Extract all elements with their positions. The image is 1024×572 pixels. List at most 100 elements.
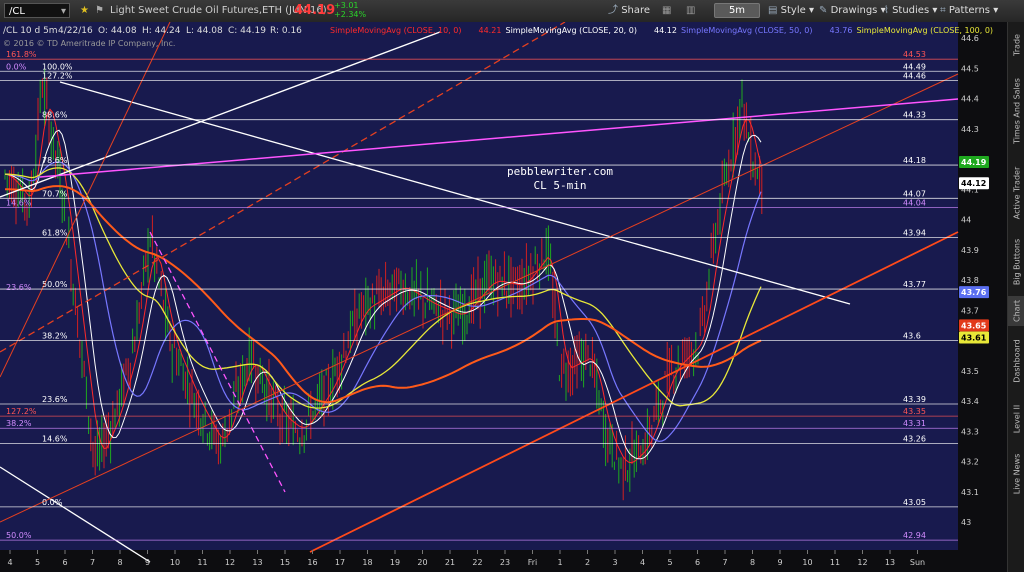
time-tick-label: 11 <box>197 558 207 567</box>
chevron-down-icon: ▾ <box>60 6 66 17</box>
sidebar-tab-big-buttons[interactable]: Big Buttons <box>1008 232 1024 292</box>
study-value: 43.76 <box>830 26 853 35</box>
bar-low: L: 44.08 <box>186 26 223 36</box>
time-tick-label: 10 <box>170 558 180 567</box>
price-tick-label: 44.4 <box>961 95 979 104</box>
sidebar-tab-label: Active Trader <box>1012 166 1021 220</box>
time-tick-label: 21 <box>445 558 455 567</box>
fib-price-label: 43.39 <box>903 395 926 404</box>
last-price: 44.19 <box>294 3 336 18</box>
copyright-notice: © 2016 © TD Ameritrade IP Company, Inc. <box>3 39 175 48</box>
fib-percent-label: 23.6% <box>6 283 32 292</box>
time-tick-label: 3 <box>612 558 617 567</box>
chart-symbol-line: /CL 10 d 5m <box>3 26 58 36</box>
time-tick-label: 22 <box>472 558 482 567</box>
sidebar-tab-chart[interactable]: Chart <box>1008 296 1024 326</box>
layout-icon[interactable]: ▥ <box>686 0 695 22</box>
time-tick-label: 4 <box>640 558 645 567</box>
pencil-icon: ✎ <box>819 5 828 16</box>
time-tick-label: Sun <box>910 558 925 567</box>
flag-icon[interactable]: ⚑ <box>95 0 104 22</box>
price-badge-label: 43.76 <box>961 288 987 297</box>
time-tick-label: 19 <box>390 558 400 567</box>
fib-percent-label: 100.0% <box>42 62 73 71</box>
patterns-icon: ⌗ <box>940 5 946 16</box>
share-button[interactable]: ⤴ Share <box>604 2 654 19</box>
sidebar-tab-label: Dashboard <box>1012 339 1021 383</box>
fib-percent-label: 61.8% <box>42 229 68 238</box>
fib-price-label: 43.6 <box>903 332 921 341</box>
fib-price-label: 42.94 <box>903 531 926 540</box>
bar-range: R: 0.16 <box>270 26 302 36</box>
sidebar-tab-label: Chart <box>1012 300 1021 322</box>
price-tick-label: 44.3 <box>961 125 979 134</box>
time-tick-label: 12 <box>857 558 867 567</box>
time-tick-label: 16 <box>307 558 317 567</box>
fib-price-label: 44.53 <box>903 50 926 59</box>
fib-percent-label: 23.6% <box>42 395 68 404</box>
drawings-button[interactable]: ✎ Drawings ▾ <box>815 2 890 19</box>
fib-price-label: 43.77 <box>903 280 926 289</box>
share-icon: ⤴ <box>608 5 618 16</box>
time-tick-label: 18 <box>362 558 372 567</box>
time-tick-label: 5 <box>35 558 40 567</box>
time-tick-label: 7 <box>722 558 727 567</box>
time-tick-label: 12 <box>225 558 235 567</box>
fib-price-label: 44.04 <box>903 198 926 207</box>
fib-percent-label: 38.2% <box>42 332 68 341</box>
time-tick-label: Fri <box>528 558 538 567</box>
time-tick-label: 20 <box>417 558 427 567</box>
time-tick-label: 10 <box>802 558 812 567</box>
fib-price-label: 43.05 <box>903 498 926 507</box>
sidebar-tab-label: Live News <box>1012 453 1021 495</box>
fib-percent-label: 14.6% <box>6 198 32 207</box>
symbol-selector[interactable]: /CL ▾ <box>4 3 70 18</box>
watermark-line-1: pebblewriter.com <box>507 165 613 178</box>
price-tick-label: 44 <box>961 216 971 225</box>
time-tick-label: 9 <box>145 558 150 567</box>
fib-price-label: 43.35 <box>903 407 926 416</box>
chart-plot-area[interactable] <box>0 22 958 550</box>
fib-percent-label: 70.7% <box>42 189 68 198</box>
fib-price-label: 43.26 <box>903 434 926 443</box>
price-badge-label: 43.65 <box>961 321 987 330</box>
chevron-down-icon: ▾ <box>808 5 814 16</box>
fib-percent-label: 127.2% <box>6 407 37 416</box>
sidebar-tab-times-and-sales[interactable]: Times And Sales <box>1008 68 1024 154</box>
style-button[interactable]: ▤ Style ▾ <box>764 2 818 19</box>
fib-percent-label: 50.0% <box>6 531 32 540</box>
price-tick-label: 43.2 <box>961 458 979 467</box>
price-badge-label: 43.61 <box>961 333 987 342</box>
time-tick-label: 23 <box>500 558 510 567</box>
price-tick-label: 43.7 <box>961 306 979 315</box>
time-tick-label: 17 <box>335 558 345 567</box>
time-tick-label: 11 <box>830 558 840 567</box>
study-value: 44.21 <box>479 26 502 35</box>
fib-percent-label: 127.2% <box>42 71 73 80</box>
price-tick-label: 43 <box>961 518 971 527</box>
sidebar-tab-label: Times And Sales <box>1012 78 1021 144</box>
sidebar-tab-dashboard[interactable]: Dashboard <box>1008 330 1024 392</box>
sidebar-tab-level-ii[interactable]: Level II <box>1008 396 1024 442</box>
grid-icon[interactable]: ▦ <box>662 0 671 22</box>
fib-price-label: 44.07 <box>903 189 926 198</box>
fib-percent-label: 161.8% <box>6 50 37 59</box>
sidebar-tab-trade[interactable]: Trade <box>1008 26 1024 64</box>
price-tick-label: 43.4 <box>961 397 979 406</box>
time-tick-label: 6 <box>695 558 700 567</box>
price-tick-label: 43.8 <box>961 276 979 285</box>
sidebar-tab-active-trader[interactable]: Active Trader <box>1008 158 1024 228</box>
price-badge-label: 44.12 <box>961 179 986 188</box>
price-tick-label: 44.6 <box>961 34 979 43</box>
patterns-button[interactable]: ⌗ Patterns ▾ <box>936 2 1002 19</box>
fib-price-label: 44.18 <box>903 156 926 165</box>
price-chart[interactable]: 44.5344.4944.4644.3344.1844.0744.0443.94… <box>0 22 1007 572</box>
star-icon[interactable]: ★ <box>80 0 89 22</box>
time-tick-label: 8 <box>117 558 122 567</box>
fib-percent-label: 78.6% <box>42 156 68 165</box>
style-icon: ▤ <box>768 5 778 16</box>
studies-button[interactable]: ⌇ Studies ▾ <box>880 2 941 19</box>
timeframe-selector[interactable]: 5m <box>714 3 760 18</box>
sidebar-tab-live-news[interactable]: Live News <box>1008 446 1024 502</box>
bar-high: H: 44.24 <box>142 26 181 36</box>
